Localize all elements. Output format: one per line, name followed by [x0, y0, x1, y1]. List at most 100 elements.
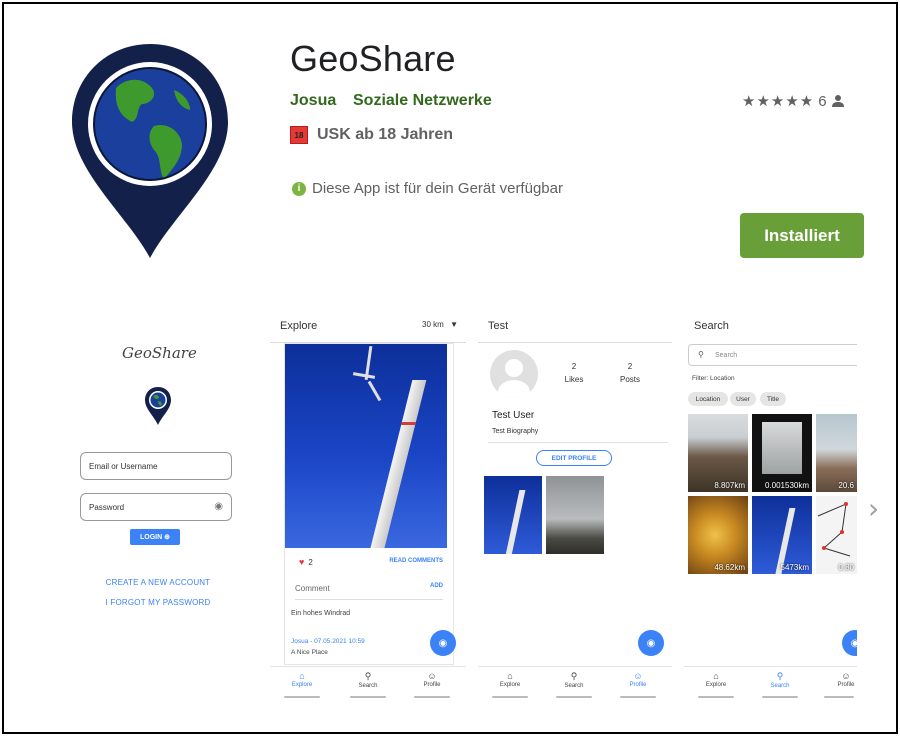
install-button[interactable]: Installiert — [740, 213, 864, 258]
divider — [478, 342, 672, 343]
nav-indicator — [492, 696, 528, 698]
nav-explore[interactable]: ⌂ Explore — [480, 671, 540, 688]
profile-title: Test — [488, 320, 509, 332]
screenshot-search[interactable]: Search ⚲ Search Filter: Location Locatio… — [684, 310, 857, 700]
radius-value: 30 km — [422, 320, 444, 329]
user-name: Test User — [492, 410, 535, 421]
user-bio: Test Biography — [492, 428, 539, 435]
person-icon: ☺ — [841, 671, 851, 681]
home-icon: ⌂ — [713, 671, 719, 681]
bottom-nav: ⌂ Explore ⚲ Search ☺ Profile — [478, 666, 672, 700]
comment-input[interactable]: Comment — [295, 584, 330, 593]
search-title: Search — [694, 320, 729, 332]
post-description: Ein hohes Windrad — [291, 610, 351, 617]
nav-profile-label: Profile — [837, 682, 855, 688]
heart-icon[interactable]: ♥ — [299, 557, 304, 567]
divider — [488, 442, 668, 443]
result-cell[interactable]: 20.6 — [816, 414, 857, 492]
nav-indicator — [350, 696, 386, 698]
password-field[interactable]: Password ◉ — [80, 493, 232, 521]
chip-location[interactable]: Location — [688, 392, 728, 406]
nav-indicator — [698, 696, 734, 698]
camera-fab[interactable]: ◉ — [430, 630, 456, 656]
nav-search-label: Search — [770, 683, 790, 689]
home-icon: ⌂ — [299, 671, 305, 681]
nav-search[interactable]: ⚲ Search — [338, 671, 398, 689]
nav-profile[interactable]: ☺ Profile — [608, 671, 668, 688]
usk-rating[interactable]: 18 USK ab 18 Jahren — [290, 126, 453, 144]
screenshot-login[interactable]: GeoShare Email or Username Password ◉ LO… — [72, 310, 244, 700]
post-meta[interactable]: Josua - 07.05.2021 10:59 — [291, 638, 365, 645]
screenshot-explore[interactable]: Explore 30 km ▼ ♥ 2 READ COMMENTS Commen… — [270, 310, 466, 700]
rating-stars: ★★★★★ — [742, 93, 815, 110]
email-field[interactable]: Email or Username — [80, 452, 232, 480]
filter-icon: ▼ — [450, 320, 458, 329]
location-pin-icon — [145, 387, 171, 425]
search-icon: ⚲ — [776, 671, 784, 681]
result-distance: 8.807km — [714, 481, 745, 490]
nav-indicator — [556, 696, 592, 698]
add-comment-button[interactable]: ADD — [430, 583, 443, 589]
search-icon: ⚲ — [570, 671, 578, 681]
window-image — [762, 422, 802, 474]
search-input[interactable]: ⚲ Search — [688, 344, 857, 366]
bottom-nav: ⌂ Explore ⚲ Search ☺ Profile — [270, 666, 466, 700]
developer-link[interactable]: Josua — [290, 92, 336, 110]
post-photo[interactable] — [285, 344, 447, 548]
eye-icon[interactable]: ◉ — [214, 501, 223, 512]
nav-explore[interactable]: ⌂ Explore — [272, 671, 332, 688]
likes-count: 2 — [308, 557, 313, 567]
result-cell[interactable]: 0.001530km — [752, 414, 812, 492]
chevron-right-icon[interactable]: › — [868, 492, 879, 525]
result-cell[interactable]: 8.807km — [688, 414, 748, 492]
nav-profile[interactable]: ☺ Profile — [402, 671, 462, 688]
create-account-link[interactable]: CREATE A NEW ACCOUNT — [72, 578, 244, 587]
explore-title: Explore — [280, 320, 318, 332]
nav-profile-label: Profile — [629, 682, 647, 688]
nav-explore[interactable]: ⌂ Explore — [686, 671, 746, 688]
nav-search[interactable]: ⚲ Search — [750, 671, 810, 689]
likes-row[interactable]: ♥ 2 — [299, 557, 313, 567]
result-cell[interactable]: 48.62km — [688, 496, 748, 574]
likes-stat: 2 Likes — [554, 360, 594, 386]
nav-indicator — [620, 696, 656, 698]
camera-fab[interactable]: ◉ — [842, 630, 857, 656]
nav-search[interactable]: ⚲ Search — [544, 671, 604, 689]
availability-text: Diese App ist für dein Gerät verfügbar — [312, 180, 563, 197]
chip-title[interactable]: Title — [760, 392, 786, 406]
nav-profile[interactable]: ☺ Profile — [816, 671, 857, 688]
read-comments-link[interactable]: READ COMMENTS — [389, 558, 443, 564]
usk-badge: 18 — [290, 126, 308, 144]
nav-indicator — [824, 696, 854, 698]
profile-post-thumb[interactable] — [484, 476, 542, 554]
likes-stat-count: 2 — [571, 362, 577, 371]
screenshot-profile[interactable]: Test 2 Likes 2 Posts Test User Test Biog… — [478, 310, 672, 700]
nav-search-label: Search — [564, 683, 584, 689]
person-icon — [831, 95, 844, 107]
nav-explore-label: Explore — [291, 682, 313, 688]
camera-fab[interactable]: ◉ — [638, 630, 664, 656]
turbine-tower — [365, 380, 427, 548]
profile-post-thumb[interactable] — [546, 476, 604, 554]
nav-indicator — [414, 696, 450, 698]
camera-icon: ◉ — [851, 638, 857, 649]
nav-profile-label: Profile — [423, 682, 441, 688]
avatar[interactable] — [490, 350, 538, 398]
result-cell[interactable]: 0.80 — [816, 496, 857, 574]
radius-filter[interactable]: 30 km ▼ — [422, 320, 458, 329]
person-icon: ☺ — [427, 671, 437, 681]
forgot-password-link[interactable]: I FORGOT MY PASSWORD — [72, 598, 244, 607]
posts-stat: 2 Posts — [610, 360, 650, 386]
usk-label: USK ab 18 Jahren — [317, 126, 454, 143]
category-link[interactable]: Soziale Netzwerke — [353, 92, 492, 110]
password-placeholder: Password — [89, 503, 125, 512]
email-placeholder: Email or Username — [89, 462, 158, 471]
post-card[interactable]: ♥ 2 READ COMMENTS Comment ADD Ein hohes … — [284, 343, 454, 665]
edit-profile-button[interactable]: EDIT PROFILE — [536, 450, 612, 466]
app-icon — [72, 44, 228, 258]
rating: ★★★★★ 6 — [742, 92, 845, 110]
chip-user[interactable]: User — [730, 392, 756, 406]
login-button[interactable]: LOGIN ⊕ — [130, 529, 180, 545]
result-cell[interactable]: 5473km — [752, 496, 812, 574]
app-title: GeoShare — [290, 38, 456, 79]
